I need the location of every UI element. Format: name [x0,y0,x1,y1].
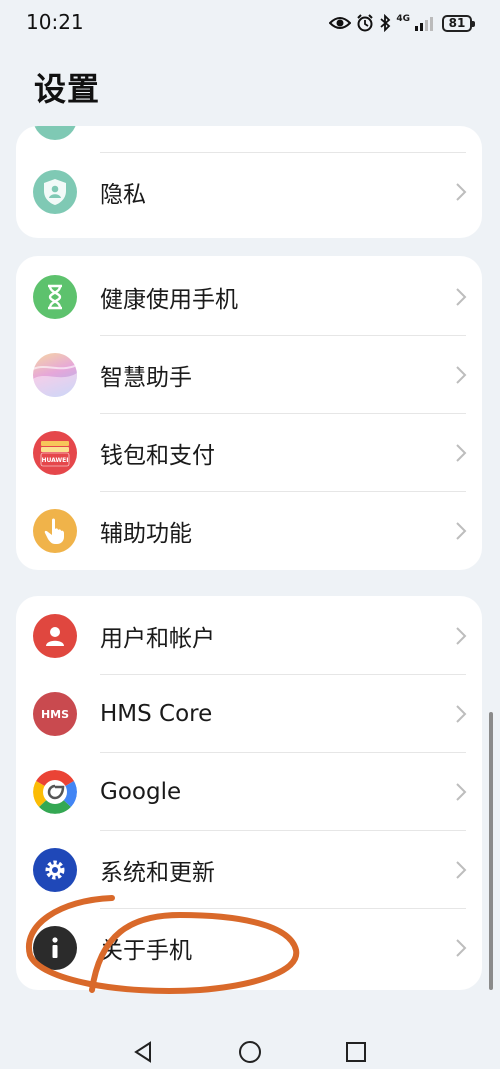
eye-comfort-icon [329,15,352,31]
chevron-right-icon [456,861,467,879]
settings-item-label: 钱包和支付 [100,443,215,469]
hms-badge: HMS [40,707,70,721]
settings-item-label: HMS Core [100,701,213,727]
hms-icon: HMS [33,692,77,736]
settings-item-assistant[interactable]: 智慧助手 [16,336,482,414]
settings-group-services: 健康使用手机 智慧助手 HUAWEI 钱包和支付 辅助功能 [16,256,482,570]
settings-item-label: 智慧助手 [100,365,192,391]
home-button[interactable] [238,1040,262,1064]
settings-item-label: 用户和帐户 [100,626,215,652]
partial-item-icon [33,126,77,140]
chevron-right-icon [456,444,467,462]
settings-item-users-accounts[interactable]: 用户和帐户 [16,597,482,675]
settings-item-label: 系统和更新 [100,860,215,886]
back-button[interactable] [131,1040,155,1064]
settings-item-label: 健康使用手机 [100,287,238,313]
settings-item-privacy[interactable]: 隐私 [16,153,482,231]
status-icons: 4G 81 [329,12,475,34]
chevron-right-icon [456,705,467,723]
scrollbar[interactable] [489,712,493,990]
recents-icon [346,1042,366,1062]
bluetooth-icon [379,14,391,32]
chevron-right-icon [456,522,467,540]
signal-icon [415,15,437,31]
wallet-icon: HUAWEI [33,431,77,475]
settings-item-accessibility[interactable]: 辅助功能 [16,492,482,570]
settings-item-label: 隐私 [100,182,146,208]
settings-group-system: 用户和帐户 HMS HMS Core Google 系统和更新 关于手机 [16,596,482,990]
chevron-right-icon [456,783,467,801]
alarm-icon [356,14,374,32]
gear-icon [33,848,77,892]
battery-icon: 81 [442,14,475,32]
page-title: 设置 [34,70,101,108]
privacy-icon [33,170,77,214]
info-icon [33,926,77,970]
chevron-right-icon [456,288,467,306]
chevron-right-icon [456,627,467,645]
settings-item-label: 关于手机 [100,938,192,964]
settings-item-google[interactable]: Google [16,753,482,831]
chevron-right-icon [456,366,467,384]
navigation-bar [0,1028,500,1069]
settings-item-about-phone[interactable]: 关于手机 [16,909,482,987]
settings-item-system-update[interactable]: 系统和更新 [16,831,482,909]
settings-item-hms-core[interactable]: HMS HMS Core [16,675,482,753]
assistant-icon [33,353,77,397]
settings-item-digital-balance[interactable]: 健康使用手机 [16,258,482,336]
settings-item-label: Google [100,779,182,805]
chevron-right-icon [456,183,467,201]
hourglass-icon [33,275,77,319]
settings-group-privacy: 隐私 [16,126,482,238]
google-icon [33,770,77,814]
settings-item-label: 辅助功能 [100,521,192,547]
status-time: 10:21 [26,10,84,34]
hand-pointer-icon [33,509,77,553]
recents-button[interactable] [344,1040,368,1064]
chevron-right-icon [456,939,467,957]
settings-item-wallet[interactable]: HUAWEI 钱包和支付 [16,414,482,492]
network-type: 4G [396,13,410,24]
back-icon [134,1041,151,1063]
user-icon [33,614,77,658]
status-bar: 10:21 4G 81 [0,0,500,46]
home-icon [239,1041,261,1063]
wallet-brand: HUAWEI [41,457,69,464]
